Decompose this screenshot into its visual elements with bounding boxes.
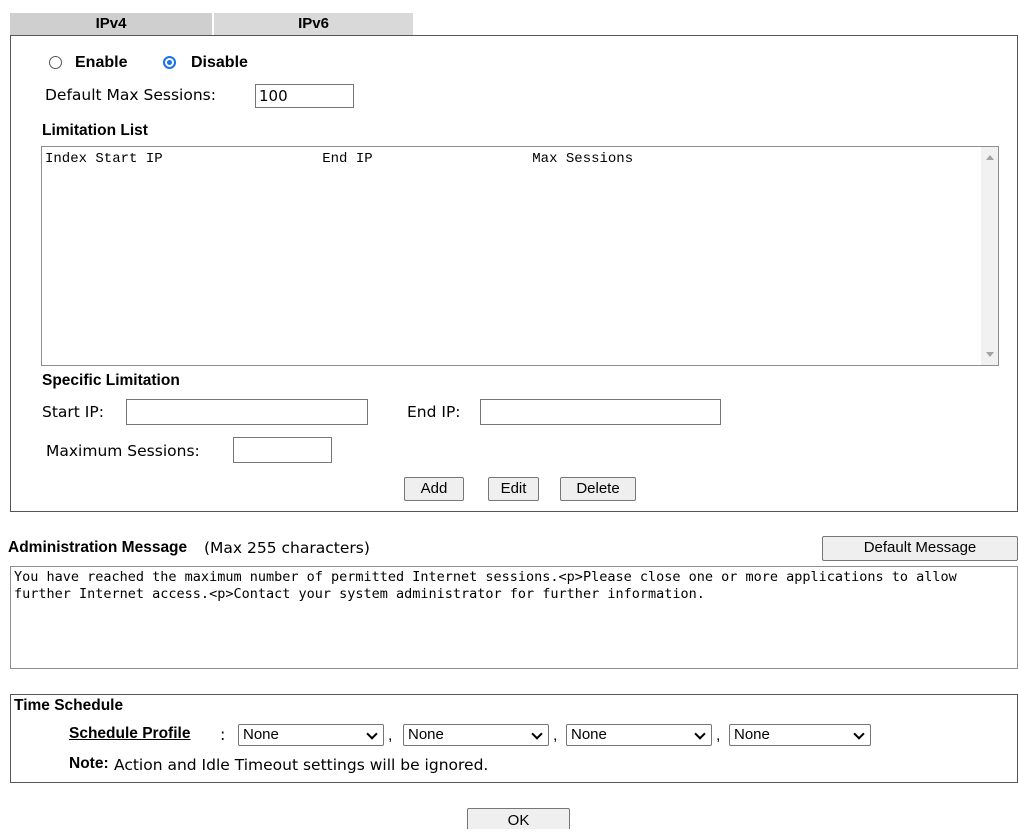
delete-button[interactable]: Delete <box>560 477 636 501</box>
enable-label: Enable <box>75 54 128 71</box>
schedule-select-2[interactable]: None <box>403 724 549 746</box>
note-label: Note: <box>69 755 109 772</box>
admin-message-textarea[interactable]: You have reached the maximum number of p… <box>10 566 1018 669</box>
comma-separator: , <box>716 727 721 744</box>
schedule-select-3[interactable]: None <box>566 724 712 746</box>
chevron-down-icon <box>366 728 378 740</box>
specific-limitation-title: Specific Limitation <box>42 372 180 389</box>
time-schedule-title: Time Schedule <box>14 697 124 714</box>
scroll-down-icon[interactable] <box>986 352 994 357</box>
schedule-select-2-value: None <box>408 726 444 743</box>
default-message-button[interactable]: Default Message <box>822 536 1018 561</box>
disable-radio[interactable] <box>163 56 176 69</box>
schedule-select-1-value: None <box>243 726 279 743</box>
schedule-profile-colon: : <box>220 725 226 744</box>
schedule-select-1[interactable]: None <box>238 724 384 746</box>
end-ip-label: End IP: <box>407 403 461 421</box>
maximum-sessions-input[interactable] <box>233 437 332 463</box>
chevron-down-icon <box>694 728 706 740</box>
edit-button[interactable]: Edit <box>488 477 539 501</box>
start-ip-input[interactable] <box>126 399 368 425</box>
start-ip-label: Start IP: <box>42 403 104 421</box>
scroll-up-icon[interactable] <box>986 155 994 160</box>
admin-message-subtitle: (Max 255 characters) <box>204 539 370 557</box>
limitation-list-title: Limitation List <box>42 122 148 139</box>
admin-message-title: Administration Message <box>8 539 188 556</box>
comma-separator: , <box>388 727 393 744</box>
schedule-select-3-value: None <box>571 726 607 743</box>
chevron-down-icon <box>531 728 543 740</box>
tab-ipv6[interactable]: IPv6 <box>214 13 413 35</box>
maximum-sessions-label: Maximum Sessions: <box>46 442 200 460</box>
default-max-sessions-label: Default Max Sessions: <box>45 86 216 104</box>
ok-button[interactable]: OK <box>467 808 570 829</box>
schedule-select-4[interactable]: None <box>729 724 871 746</box>
schedule-select-4-value: None <box>734 726 770 743</box>
enable-radio[interactable] <box>49 56 62 69</box>
limitation-list-header: Index Start IP End IP Max Sessions <box>45 151 634 167</box>
default-max-sessions-input[interactable]: 100 <box>255 84 354 108</box>
disable-label: Disable <box>191 54 248 71</box>
chevron-down-icon <box>853 728 865 740</box>
tab-ipv4[interactable]: IPv4 <box>10 13 212 35</box>
listbox-scrollbar[interactable] <box>981 147 998 365</box>
note-text: Action and Idle Timeout settings will be… <box>114 756 489 774</box>
limitation-listbox[interactable]: Index Start IP End IP Max Sessions <box>41 146 999 366</box>
end-ip-input[interactable] <box>480 399 721 425</box>
schedule-profile-link[interactable]: Schedule Profile <box>69 725 190 743</box>
add-button[interactable]: Add <box>404 477 464 501</box>
comma-separator: , <box>553 727 558 744</box>
